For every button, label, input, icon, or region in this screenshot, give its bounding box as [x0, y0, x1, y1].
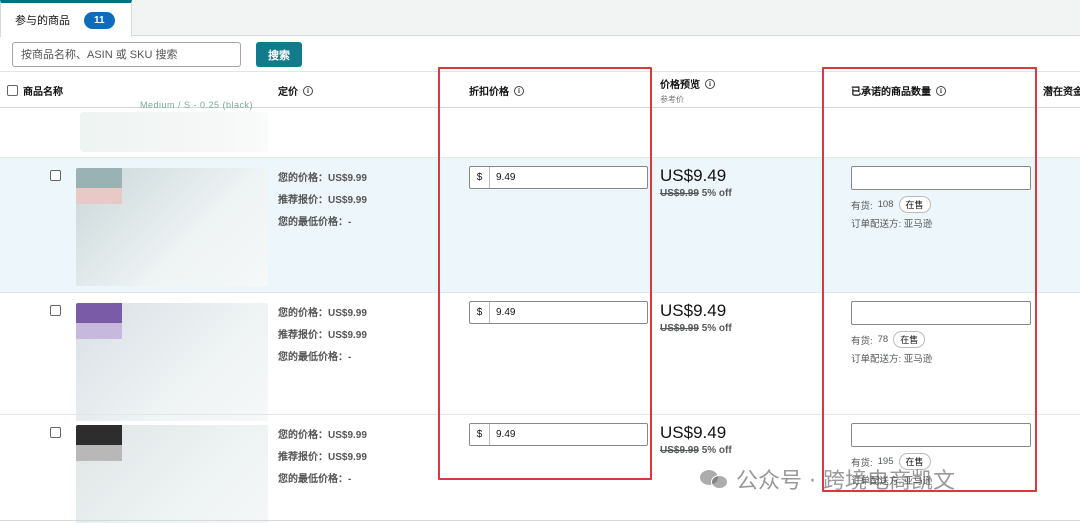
lowest-price-value: - [348, 352, 352, 363]
tab-count-badge: 11 [84, 11, 115, 29]
preview-discount: 5% off [701, 445, 732, 456]
currency-symbol: $ [470, 167, 490, 188]
recommended-price-value: US$9.99 [328, 452, 367, 463]
stock-info: 有货: 78 在售 [851, 331, 926, 348]
header-discount-price: 折扣价格 i [469, 83, 524, 98]
stock-count: 108 [877, 199, 894, 210]
row-checkbox[interactable] [50, 305, 61, 316]
price-preview: US$9.49 US$9.99 5% off [660, 301, 732, 334]
your-price-value: US$9.99 [328, 173, 367, 184]
info-icon[interactable]: i [936, 85, 946, 96]
committed-units-input[interactable] [851, 423, 1031, 447]
your-price-value: US$9.99 [328, 430, 367, 441]
header-committed-units: 已承诺的商品数量 i [851, 83, 946, 98]
header-price-preview-label: 价格预览 [660, 80, 700, 91]
your-price-label: 您的价格： [278, 173, 328, 184]
search-input[interactable] [12, 42, 241, 67]
recommended-price-value: US$9.99 [328, 330, 367, 341]
product-image-blurred [76, 168, 268, 286]
header-list-price-label: 定价 [278, 87, 298, 98]
tab-label: 参与的商品 [15, 15, 70, 27]
committed-units-input[interactable] [851, 166, 1031, 190]
row-checkbox[interactable] [50, 170, 61, 181]
price-info: 您的价格：US$9.99 推荐报价：US$9.99 您的最低价格：- [278, 303, 367, 369]
header-name-label: 商品名称 [23, 87, 63, 98]
currency-symbol: $ [470, 424, 490, 445]
preview-price: US$9.49 [660, 423, 727, 442]
select-all-checkbox[interactable] [7, 85, 18, 96]
price-info: 您的价格：US$9.99 推荐报价：US$9.99 您的最低价格：- [278, 425, 367, 491]
header-potential-label: 潜在资金 [1043, 87, 1080, 98]
your-price-value: US$9.99 [328, 308, 367, 319]
product-image-blurred [80, 112, 268, 152]
fulfillment-text: 订单配送方: 亚马逊 [851, 354, 933, 365]
recommended-price-label: 推荐报价： [278, 195, 328, 206]
price-preview: US$9.49 US$9.99 5% off [660, 166, 732, 199]
discount-price-value: 9.49 [496, 429, 516, 440]
stock-label: 有货: [851, 335, 873, 347]
stock-label: 有货: [851, 200, 873, 212]
watermark: 公众号 · 跨境电商凯文 [700, 463, 955, 495]
fulfillment-text: 订单配送方: 亚马逊 [851, 219, 933, 230]
table-row: 您的价格：US$9.99 推荐报价：US$9.99 您的最低价格：- $ 9.4… [0, 292, 1080, 421]
discount-price-value: 9.49 [496, 307, 516, 318]
recommended-price-label: 推荐报价： [278, 452, 328, 463]
recommended-price-value: US$9.99 [328, 195, 367, 206]
info-icon[interactable]: i [303, 85, 313, 96]
header-price-preview: 价格预览 i [660, 76, 715, 91]
table-row: 您的价格：US$9.99 推荐报价：US$9.99 您的最低价格：- $ 9.4… [0, 157, 1080, 292]
partial-row-text: Medium / S - 0.25 (black) [140, 100, 254, 110]
header-discount-price-label: 折扣价格 [469, 87, 509, 98]
discount-price-input[interactable]: $ 9.49 [469, 166, 648, 189]
preview-discount: 5% off [701, 188, 732, 199]
price-preview: US$9.49 US$9.99 5% off [660, 423, 732, 456]
lowest-price-label: 您的最低价格： [278, 217, 348, 228]
header-potential: 潜在资金 [1043, 83, 1080, 98]
your-price-label: 您的价格： [278, 430, 328, 441]
price-info: 您的价格：US$9.99 推荐报价：US$9.99 您的最低价格：- [278, 168, 367, 234]
lowest-price-value: - [348, 217, 352, 228]
watermark-text: 公众号 · 跨境电商凯文 [736, 469, 955, 494]
stock-status-badge: 在售 [893, 331, 926, 348]
stock-status-badge: 在售 [898, 196, 931, 213]
lowest-price-label: 您的最低价格： [278, 474, 348, 485]
header-list-price: 定价 i [278, 83, 313, 98]
preview-price: US$9.49 [660, 166, 727, 185]
info-icon[interactable]: i [514, 85, 524, 96]
product-image-blurred [76, 425, 268, 523]
search-button[interactable]: 搜索 [256, 42, 302, 67]
preview-old-price: US$9.99 [660, 445, 699, 456]
stock-info: 有货: 108 在售 [851, 196, 931, 213]
row-checkbox[interactable] [50, 427, 61, 438]
info-icon[interactable]: i [705, 78, 715, 89]
preview-price: US$9.49 [660, 301, 727, 320]
divider [0, 520, 1080, 521]
discount-price-input[interactable]: $ 9.49 [469, 301, 648, 324]
tab-bar: 参与的商品 11 [0, 0, 1080, 37]
discount-price-input[interactable]: $ 9.49 [469, 423, 648, 446]
lowest-price-value: - [348, 474, 352, 485]
preview-old-price: US$9.99 [660, 323, 699, 334]
stock-count: 78 [877, 334, 889, 345]
recommended-price-label: 推荐报价： [278, 330, 328, 341]
header-committed-units-label: 已承诺的商品数量 [851, 87, 931, 98]
header-price-preview-sub: 参考价 [660, 95, 684, 104]
committed-units-input[interactable] [851, 301, 1031, 325]
header-name: 商品名称 [7, 83, 63, 98]
wechat-icon [700, 468, 728, 490]
currency-symbol: $ [470, 302, 490, 323]
preview-old-price: US$9.99 [660, 188, 699, 199]
tab-participating-products[interactable]: 参与的商品 11 [0, 0, 132, 37]
product-image-blurred [76, 303, 268, 421]
preview-discount: 5% off [701, 323, 732, 334]
lowest-price-label: 您的最低价格： [278, 352, 348, 363]
discount-price-value: 9.49 [496, 172, 516, 183]
your-price-label: 您的价格： [278, 308, 328, 319]
